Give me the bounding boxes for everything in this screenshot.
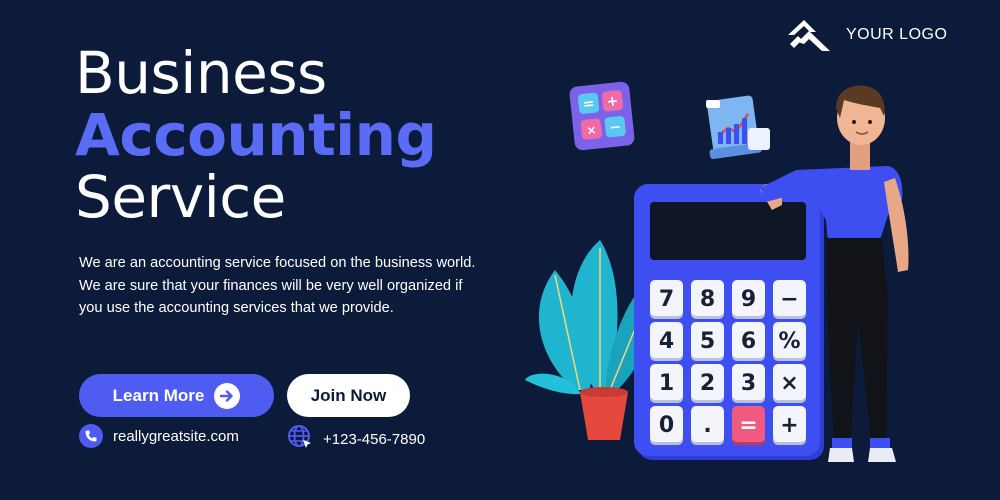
title-line-1: Business	[75, 39, 327, 107]
join-now-button[interactable]: Join Now	[287, 374, 410, 417]
logo-icon	[788, 20, 830, 51]
calc-key-label: 0	[659, 413, 674, 438]
calc-key-label: 4	[659, 329, 674, 354]
logo[interactable]: YOUR LOGO	[786, 18, 947, 52]
svg-text:=: =	[582, 96, 595, 113]
description: We are an accounting service focused on …	[79, 255, 476, 316]
contact-phone[interactable]: +123-456-7890	[287, 424, 425, 454]
calc-key-label: 3	[741, 371, 756, 396]
calc-key-label: +	[780, 413, 798, 438]
learn-more-button[interactable]: Learn More	[79, 374, 274, 417]
svg-text:−: −	[609, 119, 622, 136]
mini-calculator-icon: = + × −	[569, 81, 635, 151]
report-chart-icon	[706, 95, 770, 160]
calculator-icon: 7 8 9 − 4 5 6 % 1 2 3 × 0. = +	[634, 184, 824, 460]
calc-key-label: %	[778, 329, 800, 354]
calc-key-label: 5	[700, 329, 715, 354]
website-text: reallygreatsite.com	[113, 427, 239, 445]
arrow-right-icon	[214, 382, 241, 409]
banner: YOUR LOGO Business Accounting Service We…	[0, 0, 1000, 500]
title-line-2: Accounting	[75, 101, 437, 169]
calc-key-label: 1	[659, 371, 674, 396]
calc-key-label: 8	[700, 287, 715, 312]
calc-key-label: ×	[780, 371, 798, 396]
calc-key-label: −	[780, 287, 798, 312]
accounting-illustration: = + × − 7 8 9 −4 5 6 %1 2 3 ×0 . = +	[525, 81, 909, 462]
calc-key-label: =	[739, 413, 757, 438]
calc-key-label: 9	[741, 287, 756, 312]
globe-icon	[287, 424, 313, 454]
calc-key-label: 6	[741, 329, 756, 354]
svg-text:+: +	[606, 93, 619, 110]
calc-key-label: .	[703, 413, 711, 438]
phone-icon	[79, 424, 103, 448]
calc-key-label: 7	[659, 287, 674, 312]
phone-text: +123-456-7890	[323, 430, 426, 448]
learn-more-label: Learn More	[112, 385, 205, 405]
join-now-label: Join Now	[310, 385, 387, 405]
logo-text: YOUR LOGO	[846, 26, 948, 43]
page-title: Business Accounting Service	[75, 42, 437, 228]
title-line-3: Service	[75, 163, 286, 231]
svg-text:×: ×	[586, 123, 597, 138]
calc-key-label: 2	[700, 371, 715, 396]
contact-website[interactable]: reallygreatsite.com	[79, 424, 239, 448]
